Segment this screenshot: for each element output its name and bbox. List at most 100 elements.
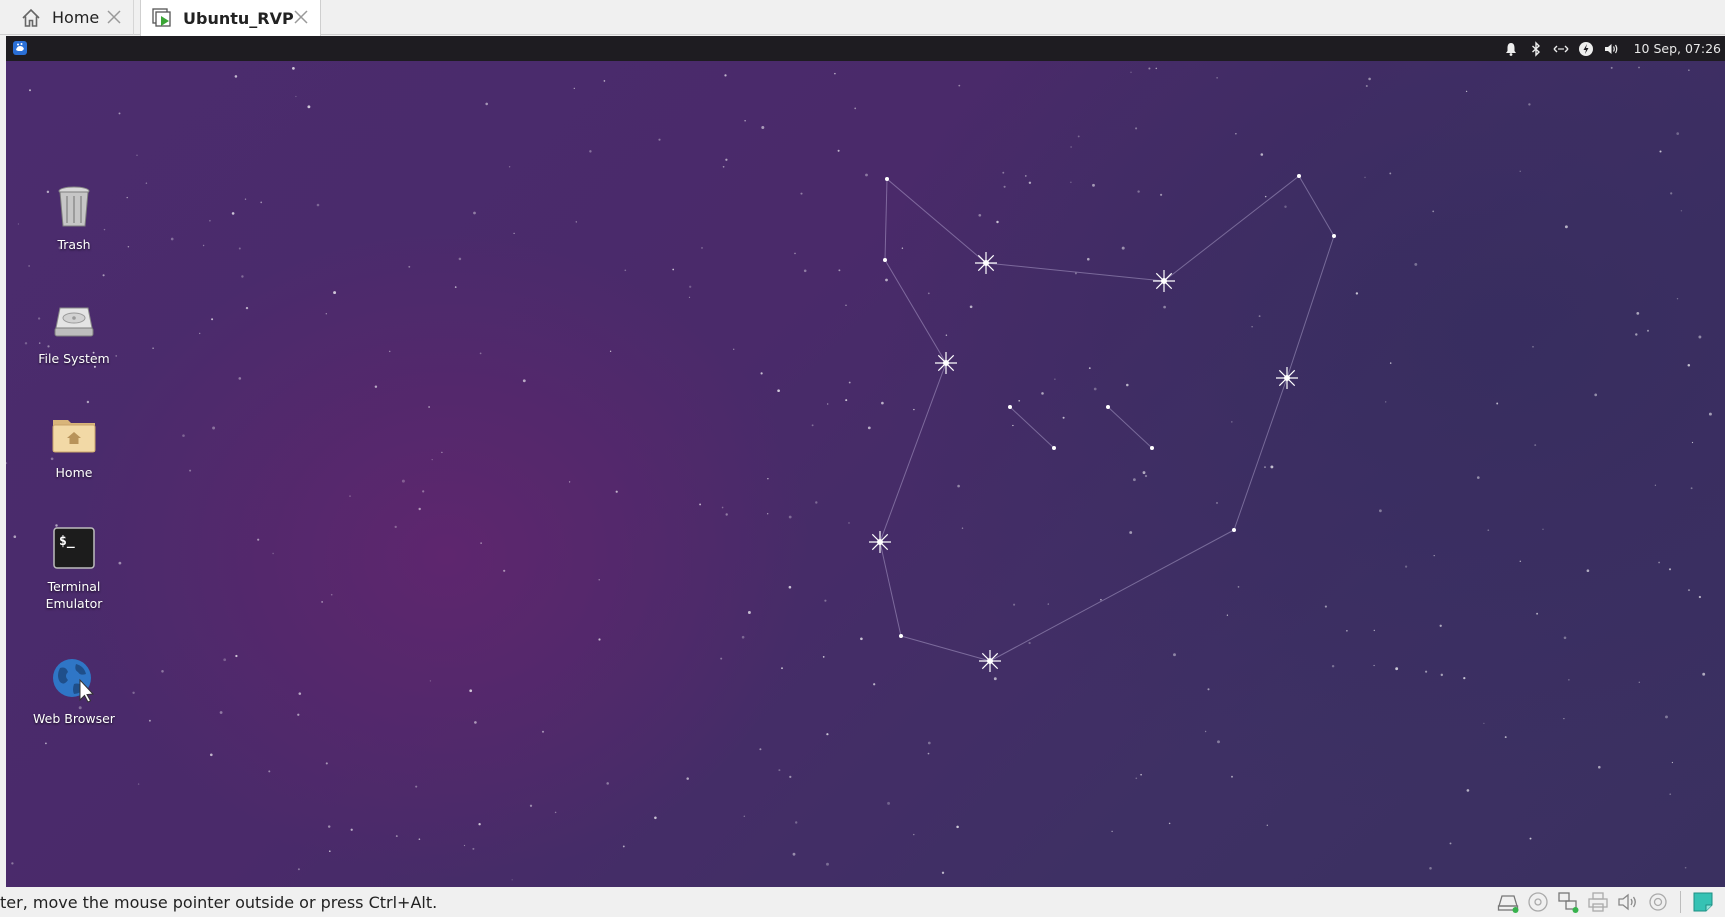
recording-icon[interactable] [1646, 890, 1670, 914]
wallpaper-star [189, 469, 192, 472]
wallpaper-star [688, 296, 691, 298]
host-tab-bar: Home Ubuntu_RVP [0, 0, 1725, 36]
wallpaper-star [1087, 257, 1090, 261]
wallpaper-star [1496, 402, 1499, 405]
bluetooth-icon[interactable] [1528, 40, 1544, 57]
wallpaper-star [170, 237, 174, 241]
constellation-star [883, 258, 887, 262]
wallpaper-star [1476, 476, 1480, 479]
trash-icon [50, 182, 98, 230]
constellation-line [1286, 235, 1335, 379]
wallpaper-star [1003, 185, 1006, 188]
xfce-whisker-icon[interactable] [12, 40, 28, 56]
desktop-icon-home[interactable]: Home [19, 410, 129, 481]
wallpaper-star [272, 552, 274, 555]
wallpaper-star [1216, 502, 1218, 504]
wallpaper-star [211, 318, 214, 321]
wallpaper-star [837, 149, 840, 152]
wallpaper-star [463, 844, 466, 847]
wallpaper-star [1638, 66, 1640, 69]
wallpaper-star [1687, 589, 1691, 592]
wallpaper-star [956, 825, 959, 829]
desktop-icon-file-system[interactable]: File System [19, 296, 129, 367]
optical-drive-icon[interactable] [1526, 890, 1550, 914]
wallpaper-star [1676, 132, 1680, 135]
wallpaper-star [1129, 531, 1133, 534]
desktop-icon-label: Web Browser [33, 711, 115, 726]
desktop-icon-web-browser[interactable]: Web Browser [19, 656, 129, 727]
wallpaper-star [137, 783, 140, 785]
wallpaper-star [13, 535, 17, 538]
volume-icon[interactable] [1603, 41, 1619, 57]
power-icon[interactable] [1578, 41, 1594, 57]
wallpaper-star [1088, 367, 1091, 369]
panel-clock[interactable]: 10 Sep, 07:26 [1634, 41, 1721, 56]
wallpaper-star [199, 332, 201, 335]
hard-disk-icon[interactable] [1496, 890, 1520, 914]
wallpaper-star [1519, 170, 1521, 172]
wallpaper-star [1207, 688, 1210, 691]
wallpaper-star [658, 138, 661, 141]
wallpaper-star [1237, 586, 1240, 588]
xfce-top-panel: 10 Sep, 07:26 [6, 36, 1725, 61]
status-icon-group [1496, 890, 1715, 914]
home-icon [20, 7, 42, 29]
tab-home[interactable]: Home [6, 0, 134, 35]
wallpaper-star [873, 683, 876, 686]
desktop-icon-trash[interactable]: Trash [19, 182, 129, 253]
wallpaper-star [854, 107, 857, 110]
wallpaper-star [568, 481, 571, 483]
wallpaper-star [1680, 210, 1683, 212]
wallpaper-star [1432, 210, 1435, 213]
wallpaper-star [388, 350, 391, 353]
wallpaper-star [747, 611, 751, 614]
usb-printer-icon[interactable] [1586, 890, 1610, 914]
wallpaper-star [941, 871, 945, 874]
close-tab-vm-icon[interactable] [292, 8, 310, 26]
wallpaper-star [1235, 133, 1237, 135]
notification-bell-icon[interactable] [1503, 41, 1519, 57]
constellation-star [885, 177, 889, 181]
wallpaper-star [803, 269, 807, 273]
shared-clipboard-icon[interactable] [1691, 890, 1715, 914]
constellation-star [1332, 234, 1336, 238]
status-message: ter, move the mouse pointer outside or p… [0, 893, 438, 912]
wallpaper-star [1355, 292, 1359, 295]
wallpaper-star [1676, 298, 1679, 300]
vm-screen[interactable]: 10 Sep, 07:26 Trash File System Home $_ … [6, 36, 1725, 887]
wallpaper-star [1536, 612, 1539, 615]
wallpaper-star [297, 868, 300, 871]
desktop-icon-terminal[interactable]: $_ Terminal Emulator [19, 524, 129, 612]
wallpaper-star [202, 244, 205, 247]
wallpaper-star [472, 847, 475, 850]
wallpaper-star [1163, 305, 1166, 309]
wallpaper-star [1264, 195, 1267, 198]
wallpaper-star [479, 352, 482, 355]
wallpaper-star [522, 379, 526, 383]
wallpaper-star [1586, 569, 1590, 573]
wallpaper-star [1142, 471, 1146, 475]
audio-icon[interactable] [1616, 890, 1640, 914]
wallpaper-star [1668, 568, 1672, 571]
network-icon[interactable] [1556, 890, 1580, 914]
wallpaper-star [260, 201, 263, 204]
wallpaper-star [794, 252, 796, 255]
wallpaper-star [1528, 103, 1531, 106]
wallpaper-star [603, 80, 606, 82]
wallpaper-star [1669, 793, 1672, 796]
wallpaper-star [1266, 824, 1268, 826]
wallpaper-star [325, 313, 327, 315]
wallpaper-star [622, 845, 625, 848]
wallpaper-star [1264, 466, 1266, 468]
wallpaper-star [741, 635, 745, 639]
network-arrows-icon[interactable] [1553, 41, 1569, 57]
wallpaper-star [767, 513, 769, 515]
wallpaper-star [759, 748, 762, 751]
wallpaper-star [422, 490, 425, 493]
wallpaper-star [1698, 595, 1702, 599]
wallpaper-star [268, 770, 271, 773]
wallpaper-star [1684, 866, 1687, 869]
tab-ubuntu-rvp[interactable]: Ubuntu_RVP [140, 0, 321, 36]
close-tab-home-icon[interactable] [105, 8, 123, 26]
vm-running-icon [151, 7, 173, 29]
